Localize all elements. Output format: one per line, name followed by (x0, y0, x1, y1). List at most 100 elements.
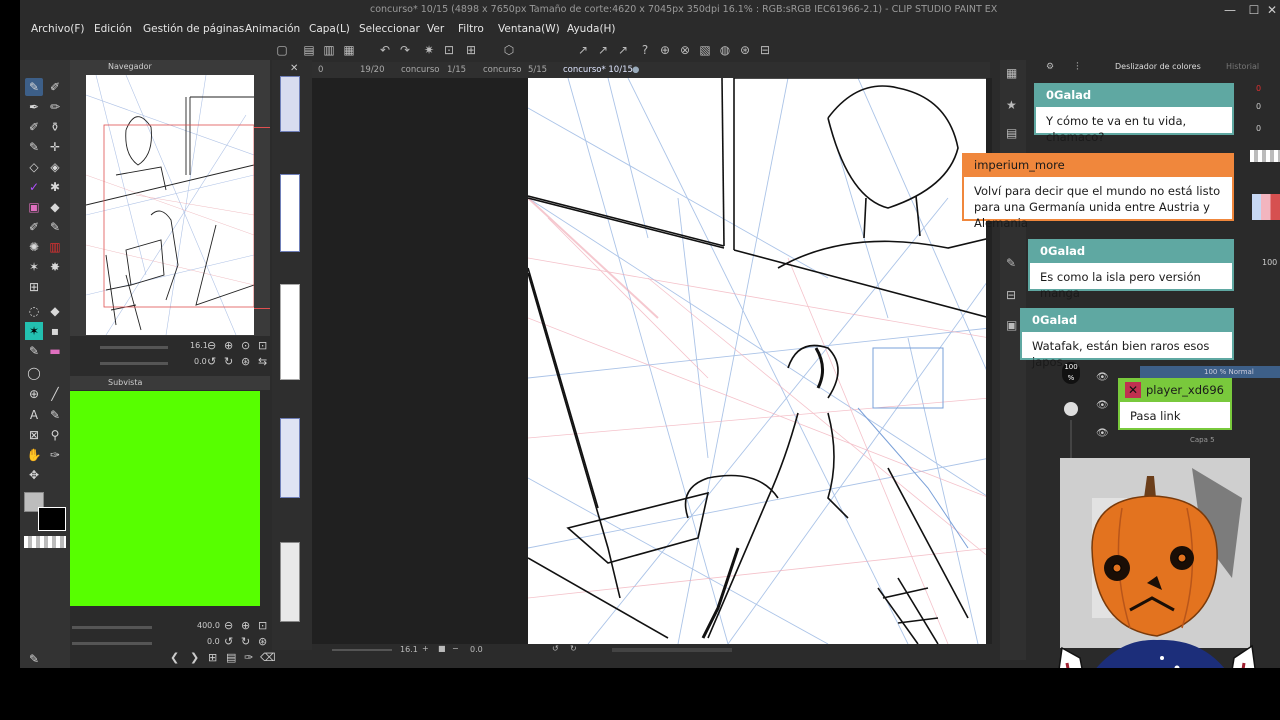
next-image-icon[interactable]: ❯ (190, 651, 199, 664)
new-page-icon[interactable]: ▤ (302, 43, 316, 57)
status-rotate-right-icon[interactable]: ↻ (570, 644, 577, 653)
sub-color-swatch[interactable] (38, 507, 66, 531)
layer-name[interactable]: Capa 5 (1190, 436, 1215, 444)
menu-filtro[interactable]: Filtro (458, 23, 484, 35)
eyedropper-icon[interactable]: ✎ (25, 650, 43, 668)
tab-close-icon[interactable]: ● (632, 62, 639, 78)
rotate-right-icon[interactable]: ↻ (224, 355, 233, 368)
maximize-button[interactable]: ☐ (1244, 0, 1264, 20)
menu-edicion[interactable]: Edición (94, 23, 132, 35)
import-image-icon[interactable]: ▤ (226, 651, 236, 664)
tab-label[interactable]: 0 (318, 62, 323, 78)
material-icon[interactable]: ★ (1006, 98, 1017, 112)
fit-view-icon[interactable]: ⊙ (241, 339, 250, 352)
assets-icon[interactable]: ⊗ (678, 43, 692, 57)
zoom-tool-icon[interactable]: ⊕ (25, 385, 43, 403)
subview-reset-icon[interactable]: ⊛ (258, 635, 267, 648)
ruler-tool-icon[interactable]: ✎ (46, 218, 64, 236)
select-tool-icon[interactable]: ⊠ (25, 426, 43, 444)
operation-tool-icon[interactable]: ⚲ (46, 426, 64, 444)
transparent-color-swatch[interactable] (24, 536, 66, 548)
navigator-preview[interactable] (86, 75, 254, 335)
layer-row-selected[interactable]: 100 % Normal (1140, 366, 1280, 378)
straight-line-icon[interactable]: ╱ (46, 385, 64, 403)
help-icon[interactable]: ? (638, 43, 652, 57)
menu-capa[interactable]: Capa(L) (309, 23, 350, 35)
tone-tool-icon[interactable]: ▪ (46, 322, 64, 340)
menu-archivo[interactable]: Archivo(F) (31, 23, 84, 35)
pages-close-icon[interactable]: ✕ (290, 63, 298, 74)
books-icon[interactable]: ▧ (698, 43, 712, 57)
clip-icon[interactable]: ⊕ (658, 43, 672, 57)
history-title[interactable]: Historial (1226, 62, 1259, 71)
navigator-zoom-slider[interactable] (100, 346, 168, 349)
status-zoom-in-icon[interactable]: + (422, 644, 429, 653)
sliders-icon[interactable]: ⫶ (1076, 60, 1079, 74)
minimize-button[interactable]: — (1220, 0, 1240, 20)
page-thumb[interactable] (280, 76, 300, 132)
lasso-tool-icon[interactable]: ◌ (25, 302, 43, 320)
subview-eyedropper-icon[interactable]: ✑ (244, 651, 253, 664)
ellipse-tool-icon[interactable]: ◯ (25, 364, 43, 382)
blend-tool-icon[interactable]: ◈ (46, 158, 64, 176)
move-tool-icon[interactable]: ✥ (25, 466, 43, 484)
grid-snap-icon[interactable]: ↗ (616, 43, 630, 57)
rotate-left-icon[interactable]: ↺ (207, 355, 216, 368)
text-tool-icon[interactable]: A (25, 406, 43, 424)
grass-brush-icon[interactable]: ✺ (25, 238, 43, 256)
snap-icon[interactable]: ⬡ (502, 43, 516, 57)
sparkle-tool-icon[interactable]: ✶ (25, 322, 43, 340)
subview-rotate-left-icon[interactable]: ↺ (224, 635, 233, 648)
gradient-tool-icon[interactable]: ▣ (25, 198, 43, 216)
tab-active[interactable]: concurso* 10/15 (563, 62, 633, 79)
settings-icon[interactable]: ✷ (422, 43, 436, 57)
paint-tool-icon[interactable]: ⚱ (46, 118, 64, 136)
redo-icon[interactable]: ↷ (398, 43, 412, 57)
marker-tool-icon[interactable]: ✏ (46, 98, 64, 116)
subview-angle-slider[interactable] (72, 642, 152, 645)
transform-icon[interactable]: ⊡ (442, 43, 456, 57)
decoration-tool-icon[interactable]: ✛ (46, 138, 64, 156)
layer-visibility-icon[interactable]: 👁 (1096, 372, 1109, 383)
share-icon[interactable]: ⊟ (758, 43, 772, 57)
brush-size-indicator[interactable]: 100 % (1062, 362, 1080, 384)
special-ruler-icon[interactable]: ↗ (596, 43, 610, 57)
panel-settings-icon[interactable]: ⚙ (1046, 62, 1054, 72)
ink-tool-icon[interactable]: ✐ (25, 118, 43, 136)
menu-ayuda[interactable]: Ayuda(H) (567, 23, 616, 35)
tab-label[interactable]: 1/15 (447, 62, 466, 78)
menu-ver[interactable]: Ver (427, 23, 444, 35)
zoom-in-icon[interactable]: ⊕ (224, 339, 233, 352)
grid-tool-icon[interactable]: ⊞ (25, 278, 43, 296)
subview-zoom-out-icon[interactable]: ⊖ (224, 619, 233, 632)
navigator-angle-slider[interactable] (100, 362, 168, 365)
color-set-swatches[interactable] (1252, 194, 1280, 220)
save-icon[interactable]: ▦ (342, 43, 356, 57)
menu-seleccionar[interactable]: Seleccionar (359, 23, 420, 35)
water-brush-icon[interactable]: ✸ (46, 258, 64, 276)
page-thumb[interactable] (280, 284, 300, 380)
full-view-icon[interactable]: ⊡ (258, 339, 267, 352)
grid-view-icon[interactable]: ⊞ (208, 651, 217, 664)
status-stop-icon[interactable]: ■ (438, 644, 446, 653)
fill-tool-icon[interactable]: ✱ (46, 178, 64, 196)
canvas-area[interactable] (312, 78, 992, 644)
menu-animacion[interactable]: Animación (245, 23, 300, 35)
menu-gestion-paginas[interactable]: Gestión de páginas (143, 23, 244, 35)
page-thumb[interactable] (280, 174, 300, 252)
subview-rotate-right-icon[interactable]: ↻ (241, 635, 250, 648)
subview-fit-icon[interactable]: ⊡ (258, 619, 267, 632)
shape-tool-icon[interactable]: ◆ (46, 302, 64, 320)
subview-canvas[interactable] (70, 391, 260, 606)
menu-ventana[interactable]: Ventana(W) (498, 23, 560, 35)
building-brush-icon[interactable]: ▥ (46, 238, 64, 256)
pencil-tool-icon[interactable]: ✐ (46, 78, 64, 96)
palette-icon[interactable]: ▦ (1006, 66, 1017, 80)
tab-label[interactable]: 19/20 (360, 62, 385, 78)
layer-visibility-icon[interactable]: 👁 (1096, 400, 1109, 411)
flip-horizontal-icon[interactable]: ⇆ (258, 355, 267, 368)
subview-zoom-in-icon[interactable]: ⊕ (241, 619, 250, 632)
balloon-tool-icon[interactable]: ✎ (46, 406, 64, 424)
transparent-swatch[interactable] (1250, 150, 1280, 162)
tree-brush-icon[interactable]: ✶ (25, 258, 43, 276)
